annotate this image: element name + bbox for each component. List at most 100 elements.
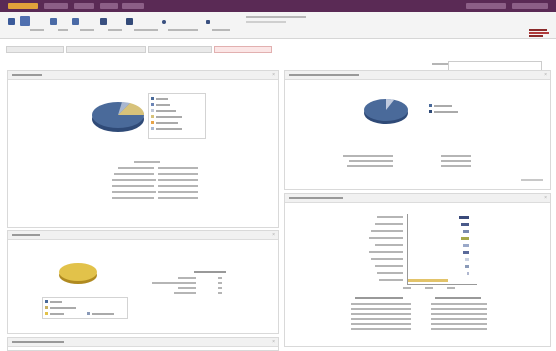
bar-label: [375, 223, 403, 225]
bar-label: [379, 279, 403, 281]
stat-value: [441, 155, 471, 157]
breadcrumb-item[interactable]: [6, 46, 64, 53]
table-cell: [351, 323, 411, 325]
pie-chart: [364, 99, 408, 124]
panel-header: ×: [285, 194, 550, 203]
stat-label: [347, 165, 393, 167]
chart-bar: [459, 216, 469, 219]
table-cell: [218, 277, 222, 279]
close-icon[interactable]: ×: [544, 196, 547, 201]
chart-axis: [407, 214, 408, 284]
top-menu-bar: [0, 0, 556, 12]
table-cell: [178, 287, 196, 289]
breadcrumb: [6, 45, 272, 53]
menu-item[interactable]: [74, 3, 94, 9]
save-icon[interactable]: [20, 16, 30, 26]
stat-value: [158, 191, 198, 193]
panel-header: ×: [8, 338, 278, 347]
toolbar-label: [80, 29, 94, 31]
chart-bar: [463, 251, 469, 254]
table-cell: [152, 282, 196, 284]
stat-value: [441, 160, 471, 162]
bar-label: [377, 272, 403, 274]
table-cell: [351, 308, 411, 310]
folder-icon[interactable]: [72, 18, 79, 25]
table-cell: [431, 308, 487, 310]
chart-bar: [461, 223, 469, 226]
close-icon[interactable]: ×: [272, 73, 275, 78]
stat-value: [158, 173, 198, 175]
stat-value: [158, 167, 198, 169]
stat-value: [441, 165, 471, 167]
toolbar-label: [58, 29, 68, 31]
toolbar: [0, 12, 556, 39]
table-cell: [351, 318, 411, 320]
bar-label: [371, 230, 403, 232]
chart-bar: [467, 272, 469, 275]
toolbar-label: [246, 16, 306, 18]
table-cell: [351, 313, 411, 315]
logo-icon: [529, 28, 551, 42]
bar-label: [369, 237, 403, 239]
table-cell: [178, 277, 196, 279]
panel-header: ×: [285, 71, 550, 80]
table-cell: [431, 318, 487, 320]
bar-label: [377, 216, 403, 218]
close-icon[interactable]: ×: [272, 340, 275, 345]
toolbar-label: [30, 29, 44, 31]
bar-label: [375, 244, 403, 246]
toolbar-label: [246, 21, 286, 23]
chart-bar: [463, 230, 469, 233]
print-icon[interactable]: [50, 18, 57, 25]
stat-label: [112, 191, 156, 193]
panel-header: ×: [8, 231, 278, 240]
home-icon[interactable]: [8, 18, 15, 25]
chart-legend: [42, 297, 128, 319]
table-header: [194, 271, 226, 273]
link-icon[interactable]: [162, 20, 166, 24]
table-cell: [431, 323, 487, 325]
menu-item[interactable]: [122, 3, 144, 9]
stat-value: [158, 185, 198, 187]
stat-label: [118, 167, 154, 169]
toolbar-label: [212, 29, 230, 31]
chart-axis: [407, 284, 477, 285]
table-cell: [431, 303, 487, 305]
user-icon[interactable]: [100, 18, 107, 25]
axis-tick: [403, 287, 411, 289]
table-cell: [351, 328, 411, 330]
table-cell: [431, 313, 487, 315]
breadcrumb-item[interactable]: [148, 46, 212, 53]
menu-item[interactable]: [512, 3, 548, 9]
stat-label: [112, 185, 154, 187]
menu-item[interactable]: [100, 3, 118, 9]
panel-top-right: ×: [284, 70, 551, 190]
menu-item[interactable]: [466, 3, 506, 9]
toolbar-label: [168, 29, 198, 31]
more-link[interactable]: [521, 179, 543, 181]
chart-bar: [461, 237, 469, 240]
bar-label: [375, 265, 403, 267]
table-cell: [218, 292, 222, 294]
pie-chart-gold: [59, 263, 97, 284]
pie-chart: [92, 102, 145, 132]
menu-item[interactable]: [8, 3, 38, 9]
panel-mid-left: ×: [7, 230, 279, 334]
table-cell: [218, 287, 222, 289]
bar-label: [369, 251, 403, 253]
stat-label: [343, 155, 393, 157]
stat-label: [112, 197, 154, 199]
chart-bar: [465, 265, 469, 268]
axis-tick: [425, 287, 433, 289]
breadcrumb-item[interactable]: [66, 46, 146, 53]
table-header: [435, 297, 481, 299]
breadcrumb-item[interactable]: [214, 46, 272, 53]
chart-bar: [408, 279, 448, 282]
menu-item[interactable]: [44, 3, 68, 9]
close-icon[interactable]: ×: [544, 73, 547, 78]
mail-icon[interactable]: [206, 20, 210, 24]
toolbar-label: [134, 29, 158, 31]
toolbar-label: [108, 29, 122, 31]
close-icon[interactable]: ×: [272, 233, 275, 238]
settings-icon[interactable]: [126, 18, 133, 25]
